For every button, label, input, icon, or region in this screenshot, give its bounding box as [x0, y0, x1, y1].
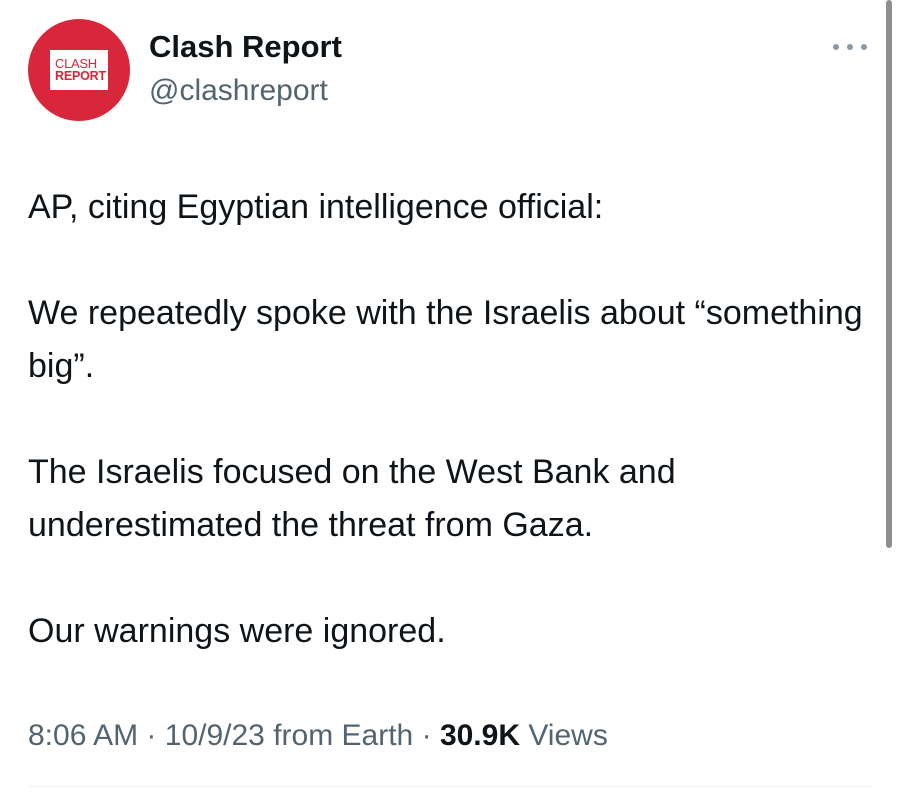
clash-report-logo: CLASH REPORT: [50, 50, 108, 90]
avatar[interactable]: CLASH REPORT: [28, 19, 130, 121]
tweet-paragraph: We repeatedly spoke with the Israelis ab…: [28, 294, 863, 385]
tweet-time[interactable]: 8:06 AM: [28, 719, 138, 752]
tweet-text: AP, citing Egyptian intelligence officia…: [28, 181, 878, 658]
tweet-meta: 8:06 AM · 10/9/23 from Earth · 30.9K Vie…: [28, 719, 608, 753]
views-label[interactable]: Views: [528, 719, 607, 752]
author-display-name[interactable]: Clash Report: [149, 29, 342, 65]
tweet-date[interactable]: 10/9/23: [165, 719, 265, 752]
tweet-detail: CLASH REPORT Clash Report @clashreport A…: [0, 0, 900, 800]
views-count[interactable]: 30.9K: [440, 719, 520, 752]
tweet-source: from Earth: [273, 719, 414, 752]
meta-separator: ·: [146, 719, 157, 752]
divider: [28, 786, 872, 787]
scrollbar[interactable]: [886, 0, 892, 548]
tweet-paragraph: Our warnings were ignored.: [28, 612, 446, 650]
more-options-button[interactable]: [830, 36, 870, 58]
tweet-paragraph: AP, citing Egyptian intelligence officia…: [28, 188, 604, 226]
more-horizontal-icon: [861, 44, 867, 50]
more-horizontal-icon: [847, 44, 853, 50]
logo-text-bottom: REPORT: [55, 69, 106, 84]
tweet-paragraph: The Israelis focused on the West Bank an…: [28, 453, 676, 544]
meta-separator: ·: [421, 719, 432, 752]
more-horizontal-icon: [833, 44, 839, 50]
author-handle[interactable]: @clashreport: [149, 74, 328, 108]
